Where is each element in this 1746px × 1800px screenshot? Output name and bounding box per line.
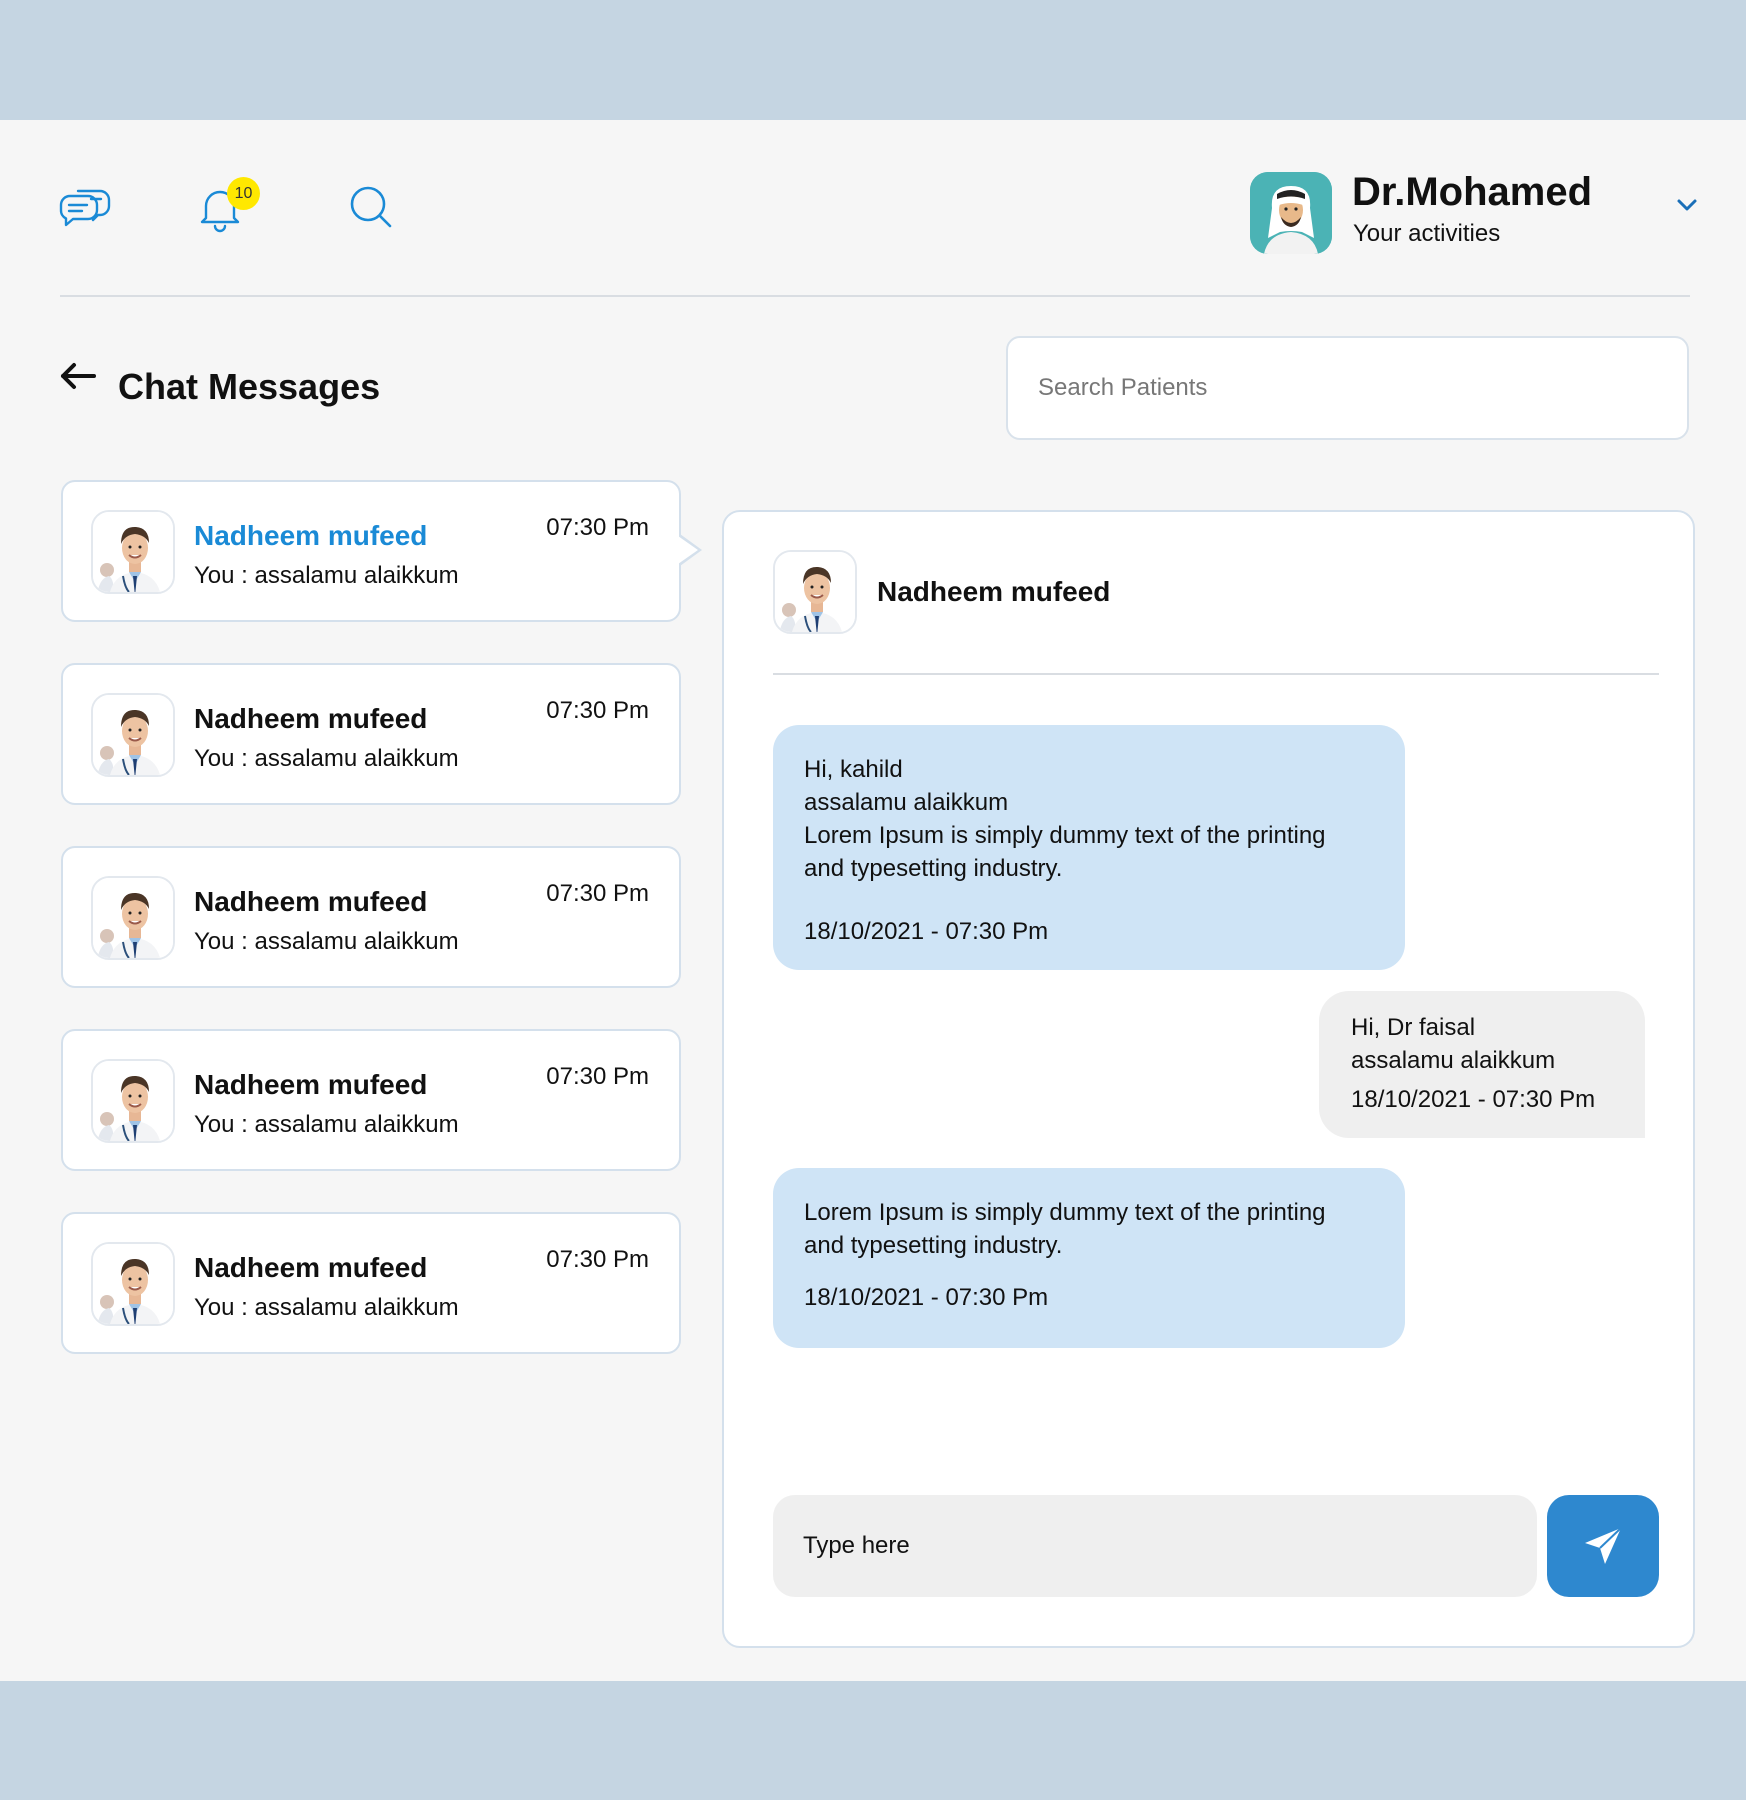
conversation-item[interactable]: Nadheem mufeed You : assalamu alaikkum 0… (61, 480, 702, 622)
conversation-name: Nadheem mufeed (194, 520, 428, 551)
send-icon (1585, 1527, 1622, 1564)
avatar (773, 550, 857, 634)
conversation-time: 07:30 Pm (546, 1246, 649, 1273)
conversation-time: 07:30 Pm (546, 514, 649, 541)
chat-contact-name: Nadheem mufeed (877, 576, 1111, 607)
conversation-name: Nadheem mufeed (194, 703, 428, 734)
header-divider (60, 295, 1690, 297)
message-line: and typesetting industry. (804, 855, 1063, 882)
message-line: Lorem Ipsum is simply dummy text of the … (804, 1199, 1326, 1226)
conversation-preview: You : assalamu alaikkum (194, 1111, 459, 1138)
message-bubble-incoming: Hi, kahild assalamu alaikkum Lorem Ipsum… (773, 725, 1405, 970)
message-line: Lorem Ipsum is simply dummy text of the … (804, 822, 1326, 849)
chevron-down-icon[interactable] (1670, 188, 1704, 222)
avatar (91, 693, 175, 777)
message-input[interactable] (803, 1532, 1537, 1560)
search-patients-field[interactable] (1006, 336, 1689, 440)
back-arrow-icon[interactable] (58, 356, 98, 396)
profile-avatar[interactable] (1250, 172, 1332, 254)
profile-subtitle: Your activities (1353, 220, 1501, 247)
message-line: Hi, Dr faisal (1351, 1014, 1476, 1041)
conversation-list: Nadheem mufeed You : assalamu alaikkum 0… (61, 480, 702, 1395)
conversation-item[interactable]: Nadheem mufeed You : assalamu alaikkum 0… (61, 663, 681, 805)
conversation-name: Nadheem mufeed (194, 1069, 428, 1100)
conversation-preview: You : assalamu alaikkum (194, 928, 459, 955)
conversation-name: Nadheem mufeed (194, 1252, 428, 1283)
message-line: assalamu alaikkum (804, 789, 1009, 816)
conversation-preview: You : assalamu alaikkum (194, 562, 459, 589)
conversation-time: 07:30 Pm (546, 697, 649, 724)
conversation-preview: You : assalamu alaikkum (194, 1294, 459, 1321)
avatar (91, 1059, 175, 1143)
conversation-item[interactable]: Nadheem mufeed You : assalamu alaikkum 0… (61, 846, 681, 988)
page-title: Chat Messages (118, 366, 381, 407)
avatar (91, 1242, 175, 1326)
chat-icon[interactable] (56, 180, 112, 236)
message-time: 18/10/2021 - 07:30 Pm (804, 918, 1049, 945)
message-bubble-incoming: Lorem Ipsum is simply dummy text of the … (773, 1168, 1405, 1348)
conversation-time: 07:30 Pm (546, 880, 649, 907)
message-compose-field[interactable] (773, 1495, 1537, 1597)
message-time: 18/10/2021 - 07:30 Pm (804, 1284, 1049, 1311)
avatar (91, 876, 175, 960)
message-line: and typesetting industry. (804, 1232, 1063, 1259)
search-input[interactable] (1038, 374, 1687, 402)
send-button[interactable] (1547, 1495, 1659, 1597)
notification-badge: 10 (227, 177, 260, 210)
conversation-time: 07:30 Pm (546, 1063, 649, 1090)
conversation-item[interactable]: Nadheem mufeed You : assalamu alaikkum 0… (61, 1029, 681, 1171)
message-bubble-outgoing: Hi, Dr faisal assalamu alaikkum 18/10/20… (1319, 991, 1645, 1138)
search-icon[interactable] (344, 180, 400, 236)
app-window: 10 Dr.Mohamed Your activities Chat Messa… (0, 120, 1746, 1681)
conversation-name: Nadheem mufeed (194, 886, 428, 917)
message-line: Hi, kahild (804, 756, 903, 783)
message-time: 18/10/2021 - 07:30 Pm (1351, 1086, 1596, 1113)
avatar (91, 510, 175, 594)
conversation-item[interactable]: Nadheem mufeed You : assalamu alaikkum 0… (61, 1212, 681, 1354)
chat-header-divider (773, 673, 1659, 675)
conversation-preview: You : assalamu alaikkum (194, 745, 459, 772)
chat-panel: Nadheem mufeed Hi, kahild assalamu alaik… (722, 510, 1695, 1648)
profile-name[interactable]: Dr.Mohamed (1352, 170, 1592, 215)
message-line: assalamu alaikkum (1351, 1047, 1556, 1074)
